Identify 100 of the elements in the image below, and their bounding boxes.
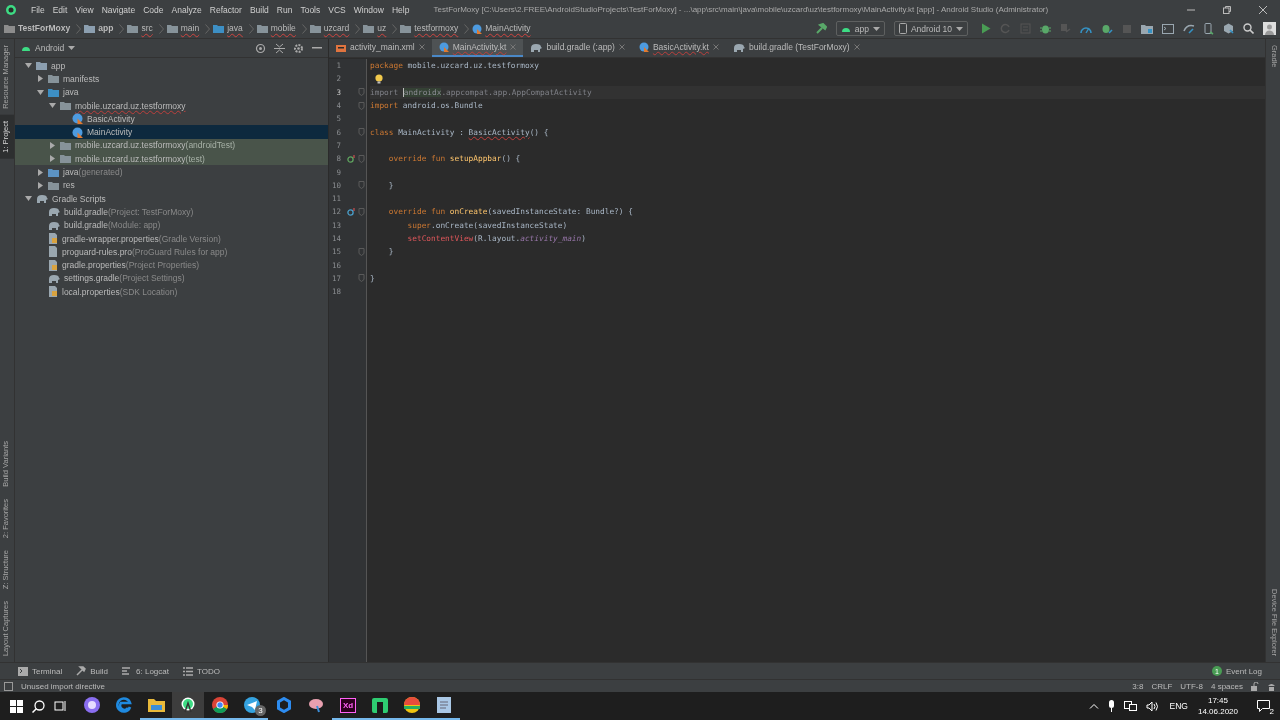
tree-item[interactable]: gradle-wrapper.properties(Gradle Version) — [15, 231, 328, 246]
tree-item[interactable]: mobile.uzcard.uz.testformoxy — [15, 98, 328, 113]
input-language[interactable]: ENG — [1169, 701, 1188, 711]
menu-item[interactable]: Window — [349, 4, 388, 15]
expand-arrow-icon[interactable] — [37, 75, 44, 83]
search-icon[interactable] — [32, 699, 45, 713]
breadcrumb[interactable]: mobile — [270, 21, 296, 36]
editor-tab[interactable]: build.gradle (:app) — [523, 39, 632, 57]
tool-window-button[interactable]: 6: Logcat — [118, 666, 173, 676]
run-configuration-dropdown[interactable]: app — [835, 21, 885, 36]
network-icon[interactable] — [1123, 700, 1137, 712]
editor-tab[interactable]: activity_main.xml — [329, 39, 432, 57]
editor-tab[interactable]: MainActivity.kt — [431, 39, 524, 57]
menu-item[interactable]: Help — [387, 4, 414, 15]
breadcrumb[interactable]: testformoxy — [414, 21, 459, 36]
taskbar-app-button[interactable]: 3 — [236, 692, 268, 720]
fold-marker-icon[interactable] — [358, 207, 365, 216]
package-icon[interactable] — [1223, 23, 1234, 34]
expand-arrow-icon[interactable] — [49, 155, 56, 163]
folder-icon[interactable] — [1141, 23, 1153, 34]
line-separator[interactable]: CRLF — [1151, 681, 1173, 691]
status-toggle-icon[interactable] — [4, 681, 13, 691]
lock-icon[interactable] — [1251, 681, 1259, 691]
window-icon[interactable] — [1162, 23, 1174, 34]
breadcrumb[interactable]: TestForMoxy — [18, 21, 71, 36]
run-icon[interactable] — [981, 23, 991, 34]
task-view-icon[interactable] — [54, 700, 67, 712]
editor-tab[interactable]: build.gradle (TestForMoxy) — [725, 39, 867, 57]
tool-window-button[interactable]: Build — [72, 666, 113, 676]
menu-item[interactable]: Navigate — [97, 4, 140, 15]
menu-item[interactable]: Build — [245, 4, 273, 15]
tool-window-button[interactable]: Terminal — [14, 666, 67, 676]
caret-position[interactable]: 3:8 — [1132, 681, 1144, 691]
fold-marker-icon[interactable] — [358, 128, 365, 137]
bug-icon[interactable] — [1040, 23, 1051, 34]
indent-setting[interactable]: 4 spaces — [1210, 681, 1243, 691]
menu-item[interactable]: View — [71, 4, 98, 15]
expand-arrow-icon[interactable] — [37, 88, 44, 96]
fold-marker-icon[interactable] — [358, 247, 365, 256]
chevron-up-icon[interactable] — [1088, 703, 1099, 709]
tree-item[interactable]: java — [15, 85, 328, 99]
override-marker-icon[interactable] — [347, 154, 356, 163]
tree-item[interactable]: BasicActivity — [15, 112, 328, 126]
phone-icon[interactable] — [1204, 22, 1214, 35]
project-view-dropdown[interactable]: Android — [21, 43, 76, 53]
fold-marker-icon[interactable] — [358, 88, 365, 97]
breadcrumb[interactable]: uz — [377, 21, 387, 36]
tree-item[interactable]: java(generated) — [15, 165, 328, 179]
fold-marker-icon[interactable] — [358, 181, 365, 190]
fold-marker-icon[interactable] — [358, 274, 365, 283]
tree-item[interactable]: mobile.uzcard.uz.testformoxy(test) — [15, 152, 328, 166]
collapse-all-icon[interactable] — [274, 42, 285, 54]
close-icon[interactable] — [618, 44, 625, 50]
breadcrumb[interactable]: uzcard — [323, 21, 350, 36]
close-icon[interactable] — [712, 44, 719, 50]
expand-arrow-icon[interactable] — [49, 102, 56, 110]
close-icon[interactable] — [1258, 4, 1268, 15]
tree-item[interactable]: gradle.properties(Project Properties) — [15, 258, 328, 272]
breadcrumb[interactable]: MainActivity — [485, 21, 531, 36]
settings-icon[interactable] — [293, 42, 304, 54]
taskbar-app-button[interactable] — [172, 692, 204, 720]
expand-arrow-icon[interactable] — [25, 62, 32, 70]
locate-icon[interactable] — [255, 42, 266, 54]
tree-item[interactable]: proguard-rules.pro(ProGuard Rules for app) — [15, 245, 328, 259]
microphone-icon[interactable] — [1107, 700, 1115, 712]
menu-item[interactable]: File — [27, 4, 49, 15]
expand-arrow-icon[interactable] — [37, 168, 44, 176]
tree-item[interactable]: app — [15, 59, 328, 73]
clock[interactable]: 17:45 14.06.2020 — [1197, 695, 1238, 717]
fold-marker-icon[interactable] — [358, 154, 365, 163]
breadcrumb[interactable]: src — [141, 21, 153, 36]
tree-item[interactable]: MainActivity — [15, 125, 328, 139]
search-icon[interactable] — [1243, 23, 1254, 34]
breadcrumb[interactable]: java — [227, 21, 243, 36]
menu-item[interactable]: Refactor — [205, 4, 246, 15]
tree-item[interactable]: manifests — [15, 72, 328, 86]
start-icon[interactable] — [10, 699, 23, 713]
tree-item[interactable]: res — [15, 178, 328, 192]
file-encoding[interactable]: UTF-8 — [1180, 681, 1203, 691]
expand-arrow-icon[interactable] — [49, 141, 56, 149]
tree-item[interactable]: build.gradle(Module: app) — [15, 218, 328, 232]
tree-item[interactable]: local.properties(SDK Location) — [15, 285, 328, 299]
menu-item[interactable]: VCS — [324, 4, 350, 15]
device-dropdown[interactable]: Android 10 — [893, 21, 968, 36]
lightbulb-icon[interactable] — [375, 73, 383, 84]
menu-item[interactable]: Run — [272, 4, 297, 15]
breadcrumb[interactable]: main — [180, 21, 200, 36]
menu-item[interactable]: Edit — [48, 4, 72, 15]
expand-arrow-icon[interactable] — [25, 195, 32, 203]
taskbar-app-button[interactable]: Xd — [332, 692, 364, 720]
tool-window-button[interactable]: TODO — [178, 666, 224, 676]
menu-item[interactable]: Tools — [296, 4, 325, 15]
tree-item[interactable]: Gradle Scripts — [15, 191, 328, 206]
menu-item[interactable]: Analyze — [167, 4, 206, 15]
close-icon[interactable] — [853, 44, 860, 50]
restore-icon[interactable] — [1222, 4, 1232, 15]
notification-center-button[interactable]: 2 — [1252, 700, 1274, 712]
hammer-icon[interactable] — [814, 22, 827, 35]
tree-item[interactable]: settings.gradle(Project Settings) — [15, 271, 328, 286]
expand-arrow-icon[interactable] — [37, 181, 44, 189]
